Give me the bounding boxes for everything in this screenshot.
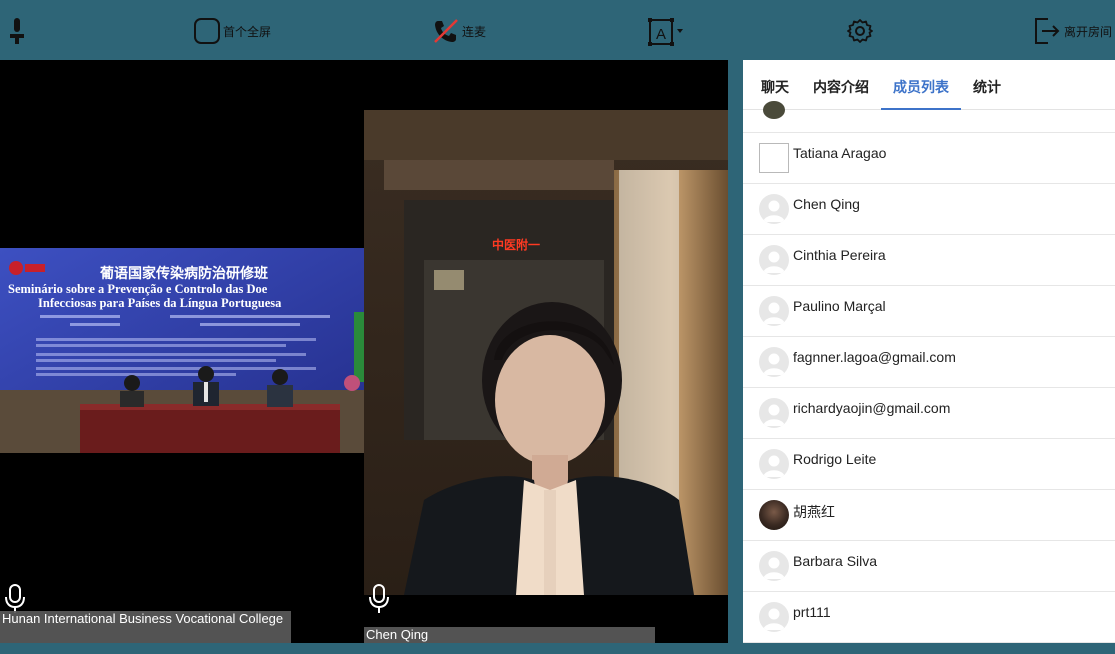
list-item[interactable]: Rodrigo Leite (743, 439, 1115, 490)
default-avatar-icon (759, 296, 789, 326)
member-name: Tatiana Aragao (793, 145, 887, 161)
member-name: richardyaojin@gmail.com (793, 400, 951, 416)
avatar (759, 500, 789, 530)
panel-tabs: 聊天 内容介绍 成员列表 统计 (743, 60, 1115, 110)
fullscreen-button[interactable]: 首个全屏 (193, 14, 271, 48)
tab-statistics[interactable]: 统计 (961, 77, 1013, 109)
default-avatar-icon (759, 398, 789, 428)
person-button[interactable] (6, 14, 28, 48)
tab-member-list[interactable]: 成员列表 (881, 77, 961, 110)
connect-label: 连麦 (462, 24, 487, 39)
microphone-icon (369, 584, 389, 613)
exit-icon (1035, 18, 1060, 44)
scene-sign: 中医附一 (492, 237, 540, 252)
list-item[interactable]: Cinthia Pereira (743, 235, 1115, 286)
member-list: Tatiana Aragao Chen Qing Cinthia Pereira Pa… (743, 101, 1115, 643)
list-item[interactable]: Tatiana Aragao (743, 133, 1115, 184)
avatar (759, 143, 789, 173)
participant-name: Hunan International Business Vocational … (0, 611, 291, 643)
video-tile-chen-qing[interactable]: 中医附一 Chen Qing (364, 60, 728, 643)
default-avatar-icon (759, 602, 789, 632)
conference-video-feed: 葡语国家传染病防治研修班 Seminário sobre a Prevenção… (0, 60, 364, 643)
tab-content-intro[interactable]: 内容介绍 (801, 77, 881, 109)
speaker-video-feed: 中医附一 (364, 110, 728, 595)
avatar (763, 101, 785, 119)
participant-name: Chen Qing (364, 627, 655, 643)
square-icon (194, 18, 220, 44)
list-item[interactable]: Paulino Marçal (743, 286, 1115, 337)
list-item[interactable]: fagnner.lagoa@gmail.com (743, 337, 1115, 388)
top-toolbar: 首个全屏 连麦 A 离开房间 (0, 0, 1115, 60)
member-name: 胡燕红 (793, 504, 835, 520)
bottom-bar (0, 643, 1115, 654)
default-avatar-icon (759, 245, 789, 275)
list-item[interactable]: richardyaojin@gmail.com (743, 388, 1115, 439)
list-item[interactable]: 胡燕红 (743, 490, 1115, 541)
member-name: Rodrigo Leite (793, 451, 877, 467)
member-name: Chen Qing (793, 196, 860, 212)
person-icon (10, 18, 24, 44)
gear-icon (847, 19, 873, 43)
video-tile-college[interactable]: 葡语国家传染病防治研修班 Seminário sobre a Prevenção… (0, 60, 364, 643)
connect-mic-button[interactable]: 连麦 (432, 14, 486, 48)
video-grid: 葡语国家传染病防治研修班 Seminário sobre a Prevenção… (0, 60, 728, 643)
default-avatar-icon (759, 194, 789, 224)
text-layout-icon: A (648, 18, 683, 46)
member-name: Paulino Marçal (793, 298, 886, 314)
default-avatar-icon (759, 449, 789, 479)
member-name: Cinthia Pereira (793, 247, 886, 263)
settings-button[interactable] (846, 14, 874, 48)
slide-title-pt-2: Infecciosas para Países da Língua Portug… (38, 296, 282, 310)
fullscreen-label: 首个全屏 (223, 24, 272, 39)
layout-dropdown[interactable]: A (647, 14, 687, 48)
phone-muted-icon (434, 19, 458, 43)
list-item[interactable]: Barbara Silva (743, 541, 1115, 592)
member-name: Barbara Silva (793, 553, 878, 569)
list-item[interactable]: prt111 (743, 592, 1115, 643)
side-panel: 聊天 内容介绍 成员列表 统计 Tatiana Aragao Chen Qing C… (743, 60, 1115, 643)
member-name: fagnner.lagoa@gmail.com (793, 349, 956, 365)
slide-title-cn: 葡语国家传染病防治研修班 (99, 265, 268, 282)
slide-title-pt-1: Seminário sobre a Prevenção e Controlo d… (8, 282, 268, 296)
default-avatar-icon (759, 347, 789, 377)
microphone-icon (5, 584, 25, 613)
list-item[interactable]: Chen Qing (743, 184, 1115, 235)
default-avatar-icon (759, 551, 789, 581)
svg-text:A: A (656, 26, 666, 43)
list-item (743, 101, 1115, 133)
leave-room-button[interactable]: 离开房间 (1032, 14, 1112, 48)
leave-label: 离开房间 (1064, 24, 1113, 39)
member-name: prt111 (793, 604, 831, 620)
